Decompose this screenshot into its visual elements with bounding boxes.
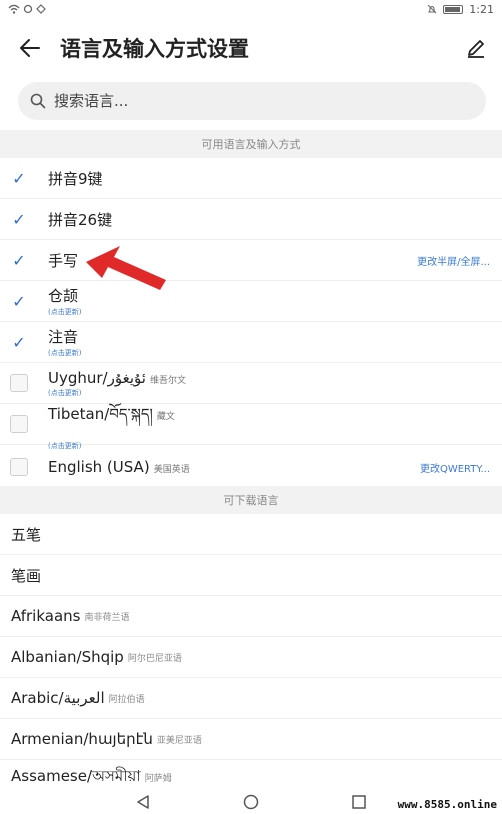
download-row-stroke[interactable]: 笔画 [0,555,502,596]
update-link[interactable]: (点击更新) [48,388,186,398]
downloadable-language-list: 五笔 笔画 Afrikaans 南非荷兰语 Albanian/Shqip 阿尔巴尼亚… [0,514,502,794]
language-row-pinyin9[interactable]: ✓ 拼音9键 [0,158,502,199]
download-label: Assamese/অসমীয়া [11,766,141,785]
language-label: 拼音9键 [48,169,103,188]
language-native-name: 美国英语 [153,465,190,475]
download-native-name: 阿拉伯语 [108,694,145,705]
sync-icon [23,4,33,14]
wifi-icon [8,4,20,14]
language-label: 拼音26键 [48,210,113,229]
language-row-cangjie[interactable]: ✓ 仓颉 (点击更新) [0,281,502,322]
download-native-name: 阿尔巴尼亚语 [127,653,182,664]
language-native-name: 维吾尔文 [149,375,186,386]
download-label: Afrikaans [11,607,81,625]
download-label: 笔画 [11,566,42,585]
page-title: 语言及输入方式设置 [60,37,249,61]
download-label: 五笔 [11,525,42,544]
checkbox-unchecked[interactable] [10,415,28,433]
search-input[interactable] [54,92,454,110]
status-bar: 1:21 [0,0,502,18]
language-row-zhuyin[interactable]: ✓ 注音 (点击更新) [0,322,502,363]
language-label: 手写 [48,251,79,270]
update-link[interactable]: (点击更新) [48,348,81,358]
back-button[interactable] [4,22,56,74]
download-row-armenian[interactable]: Armenian/հայերէն 亚美尼亚语 [0,719,502,760]
download-native-name: 亚美尼亚语 [156,735,202,746]
download-row-assamese[interactable]: Assamese/অসমীয়া 阿萨姆 [0,760,502,794]
download-row-arabic[interactable]: Arabic/العربية 阿拉伯语 [0,678,502,719]
download-label: Arabic/العربية [11,689,105,707]
arrow-left-icon [20,39,40,57]
checkbox-checked[interactable]: ✓ [10,333,28,352]
download-native-name: 南非荷兰语 [84,612,130,623]
language-native-name: 藏文 [156,411,175,422]
download-native-name: 阿萨姆 [144,773,172,784]
download-label: Albanian/Shqip [11,648,124,666]
download-row-afrikaans[interactable]: Afrikaans 南非荷兰语 [0,596,502,637]
download-label: Armenian/հայերէն [11,730,153,748]
battery-icon [443,4,464,14]
language-row-tibetan[interactable]: Tibetan/བོད་སྐད། 藏文 (点击更新) [0,404,502,450]
download-row-albanian[interactable]: Albanian/Shqip 阿尔巴尼亚语 [0,637,502,678]
language-label: 注音 [48,328,79,346]
language-label: Tibetan/བོད་སྐད། [48,404,153,423]
status-icons-right: 1:21 [427,3,494,16]
red-arrow-annotation [86,246,166,290]
language-label: 仓颉 [48,287,79,305]
checkbox-unchecked[interactable] [10,458,28,476]
search-icon [30,93,46,109]
language-label: English (USA) [48,458,150,476]
language-row-handwriting[interactable]: ✓ 手写 更改半屏/全屏... [0,240,502,281]
pencil-icon [468,40,484,58]
status-time: 1:21 [469,2,494,16]
nav-home-icon[interactable] [243,794,259,810]
language-row-pinyin26[interactable]: ✓ 拼音26键 [0,199,502,240]
checkbox-checked[interactable]: ✓ [10,251,28,270]
status-icons-left [8,4,46,14]
edit-button[interactable] [462,34,490,62]
checkbox-unchecked[interactable] [10,374,28,392]
update-link[interactable]: (点击更新) [48,307,81,317]
language-row-english-usa[interactable]: English (USA) 美国英语 更改QWERTY... [0,445,502,489]
search-bar[interactable] [18,82,486,120]
change-mode-link[interactable]: 更改半屏/全屏... [417,253,490,268]
checkbox-checked[interactable]: ✓ [10,292,28,311]
download-row-wubi[interactable]: 五笔 [0,514,502,555]
watermark: www.8585.online [394,797,500,812]
nav-recents-icon[interactable] [351,794,367,810]
section-header-available: 可用语言及输入方式 [0,130,502,158]
nav-back-icon[interactable] [135,794,151,810]
checkbox-checked[interactable]: ✓ [10,169,28,188]
bell-off-icon [427,4,437,14]
language-label: Uyghur/ئۇيغۇر [48,368,146,387]
update-icon [36,4,46,14]
app-header: 语言及输入方式设置 [0,22,502,74]
checkbox-checked[interactable]: ✓ [10,210,28,229]
available-language-list: ✓ 拼音9键 ✓ 拼音26键 ✓ 手写 更改半屏/全屏... ✓ 仓颉 (点击更… [0,158,502,489]
change-layout-link[interactable]: 更改QWERTY... [420,460,490,475]
section-header-downloadable: 可下载语言 [0,486,502,514]
